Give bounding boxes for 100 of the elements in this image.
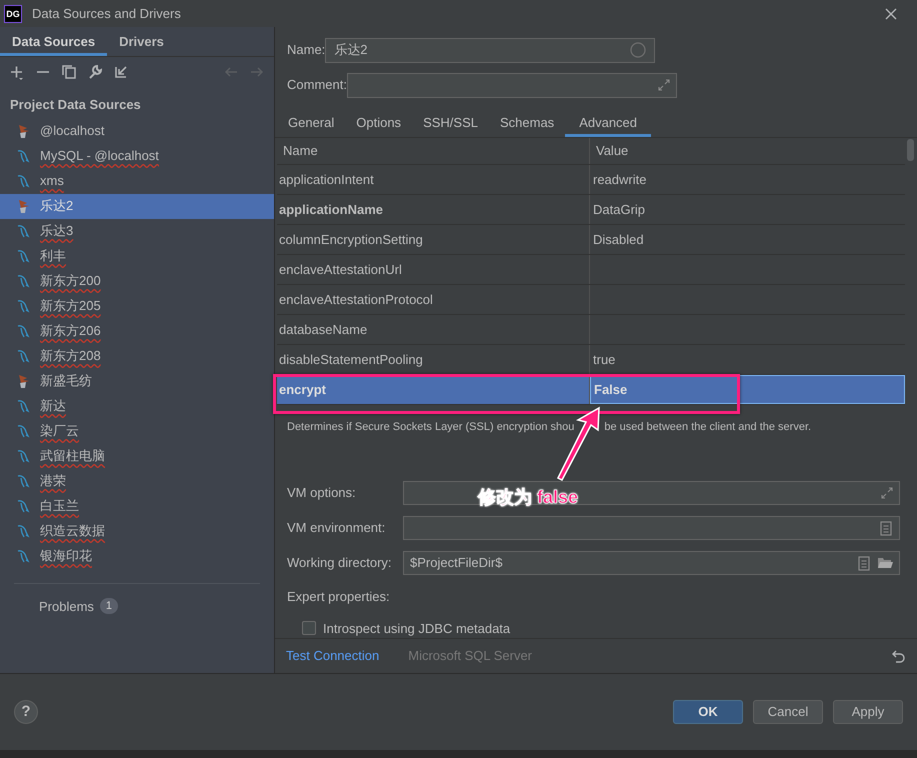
data-source-item[interactable]: 港荣 (0, 468, 274, 494)
data-source-item[interactable]: 白玉兰 (0, 494, 274, 518)
dolphin-icon (15, 473, 31, 489)
dolphin-icon (15, 173, 31, 189)
dialog-button[interactable]: OK (673, 700, 743, 724)
description-text: Determines if Secure Sockets Layer (SSL) encryption shou (287, 420, 574, 435)
tab[interactable]: Data Sources (0, 27, 108, 56)
comment-field[interactable] (346, 72, 677, 98)
tab[interactable]: SSH/SSL (412, 108, 489, 137)
dialog-button[interactable]: Cancel (753, 700, 823, 724)
data-source-item[interactable]: 织造云数据 (0, 518, 274, 544)
help-button[interactable]: ? (14, 700, 38, 724)
table-cell[interactable]: readwrite (590, 165, 905, 194)
data-source-item[interactable]: 新东方200 (0, 268, 274, 294)
data-source-item[interactable]: xms (0, 168, 274, 194)
expand-icon[interactable] (658, 79, 670, 91)
table-row[interactable]: applicationIntent readwrite (277, 165, 905, 195)
field-label: Working directory: (287, 554, 393, 572)
document-icon[interactable] (857, 556, 871, 570)
table-cell: enclaveAttestationProtocol (277, 285, 590, 314)
tab[interactable]: Drivers (107, 27, 176, 56)
data-source-item[interactable]: MySQL - @localhost (0, 144, 274, 168)
table-cell[interactable]: False (590, 375, 905, 404)
dolphin-icon (15, 523, 31, 539)
table-row[interactable]: applicationName DataGrip (277, 195, 905, 225)
section-label: Expert properties: (286, 588, 391, 606)
problems-label[interactable]: Problems (39, 596, 94, 616)
test-connection-link[interactable]: Test Connection (286, 646, 380, 666)
dolphin-icon (15, 423, 31, 439)
folder-icon[interactable] (877, 556, 893, 570)
annotation-label: 修改为 false (478, 486, 578, 509)
color-circle-icon[interactable] (630, 42, 646, 58)
field-label: VM options: (287, 484, 357, 502)
table-cell: applicationIntent (277, 165, 590, 194)
table-row[interactable]: enclaveAttestationUrl (277, 255, 905, 285)
data-source-item[interactable]: 新东方205 (0, 294, 274, 318)
field-label: VM environment: (287, 519, 386, 538)
window-title: Data Sources and Drivers (32, 4, 181, 23)
checkbox[interactable]: Introspect using JDBC metadata (302, 618, 510, 638)
column-header[interactable]: Value (590, 138, 905, 164)
tab[interactable]: General (277, 108, 346, 137)
import-icon[interactable] (113, 64, 129, 80)
dolphin-icon (15, 148, 31, 164)
data-source-item[interactable]: 新达 (0, 394, 274, 418)
table-cell: columnEncryptionSetting (277, 225, 590, 254)
field-label: Name: (287, 41, 326, 60)
table-cell[interactable]: DataGrip (590, 195, 905, 224)
table-cell: disableStatementPooling (277, 345, 590, 374)
table-row[interactable]: encrypt False (277, 375, 905, 405)
data-source-item[interactable]: 利丰 (0, 244, 274, 268)
tab[interactable]: Schemas (488, 108, 566, 137)
dolphin-icon (15, 448, 31, 464)
dolphin-icon (15, 323, 31, 339)
data-source-item[interactable]: 新盛毛纺 (0, 368, 274, 394)
name-field[interactable]: 乐达2 (325, 38, 656, 62)
data-source-item[interactable]: 武留柱电脑 (0, 444, 274, 468)
dolphin-icon (15, 398, 31, 414)
table-cell: applicationName (277, 195, 590, 224)
data-source-item[interactable]: 乐达3 (0, 218, 274, 244)
dialog-button[interactable]: Apply (833, 700, 903, 724)
table-row[interactable]: columnEncryptionSetting Disabled (277, 225, 905, 255)
data-source-item[interactable]: 乐达2 (0, 194, 274, 218)
table-cell: databaseName (277, 315, 590, 344)
expand-icon[interactable] (881, 487, 893, 499)
table-row[interactable]: disableStatementPooling true (277, 345, 905, 375)
input-field[interactable] (403, 481, 900, 505)
table-cell: encrypt (277, 375, 590, 404)
field-label: Comment: (287, 76, 347, 94)
app-logo: DG (4, 4, 22, 22)
input-field[interactable] (403, 516, 900, 540)
copy-icon[interactable] (61, 64, 77, 80)
dolphin-icon (15, 298, 31, 314)
tab[interactable]: Options (345, 108, 412, 137)
column-header[interactable]: Name (277, 138, 590, 164)
table-cell: enclaveAttestationUrl (277, 255, 590, 284)
data-source-item[interactable]: @localhost (0, 118, 274, 144)
section-heading: Project Data Sources (9, 96, 142, 114)
data-source-item[interactable]: 新东方208 (0, 344, 274, 368)
description-text: be used between the client and the server. (604, 420, 812, 435)
data-source-item[interactable]: 银海印花 (0, 544, 274, 568)
document-icon[interactable] (879, 520, 893, 536)
table-row[interactable]: enclaveAttestationProtocol (277, 285, 905, 315)
close-icon[interactable] (885, 8, 897, 20)
dolphin-icon (15, 548, 31, 564)
wrench-icon[interactable] (87, 64, 103, 80)
dolphin-icon (15, 273, 31, 289)
data-source-item[interactable]: 新东方206 (0, 318, 274, 344)
count-badge: 1 (100, 598, 118, 614)
dolphin-icon (15, 223, 31, 239)
undo-icon[interactable] (892, 649, 906, 663)
scrollbar-thumb[interactable] (907, 139, 914, 161)
dolphin-icon (15, 348, 31, 364)
input-field[interactable]: $ProjectFileDir$ (403, 551, 900, 575)
table-row[interactable]: databaseName (277, 315, 905, 345)
table-cell[interactable]: Disabled (590, 225, 905, 254)
dolphin-icon (15, 498, 31, 514)
dolphin-icon (15, 248, 31, 264)
table-cell[interactable]: true (590, 345, 905, 374)
data-source-item[interactable]: 染厂云 (0, 418, 274, 444)
add-icon[interactable] (9, 64, 25, 80)
